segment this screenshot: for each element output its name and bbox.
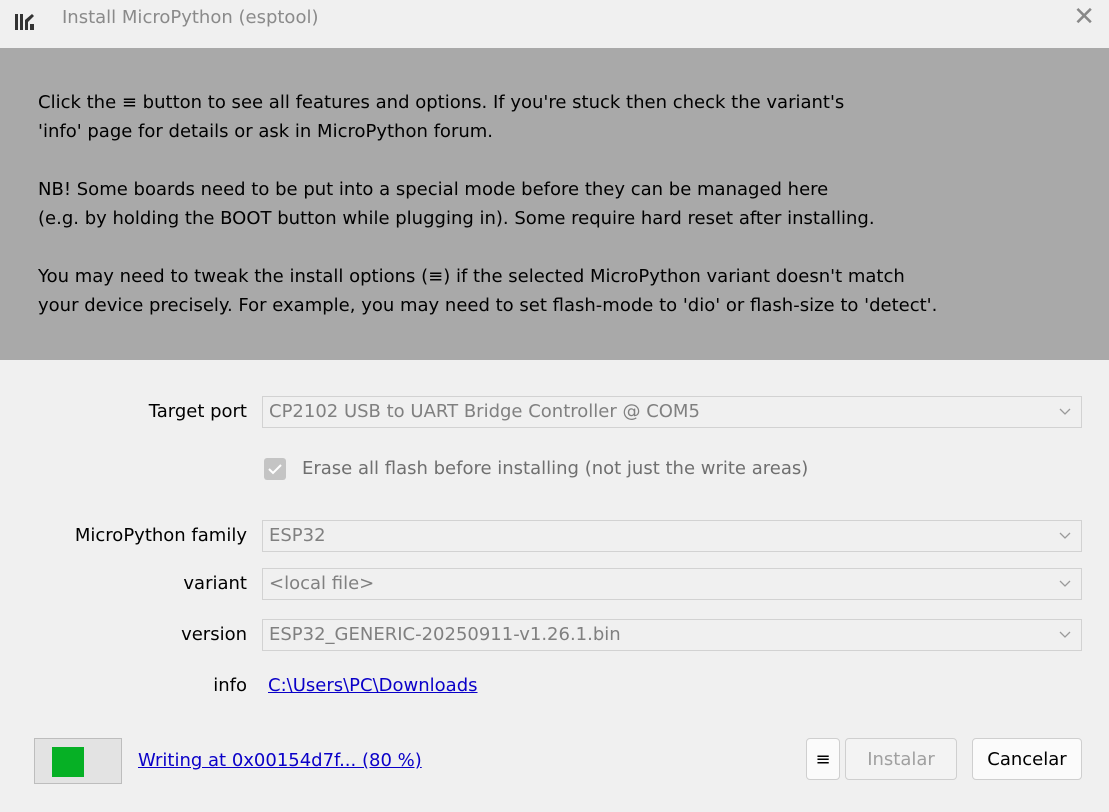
- chevron-down-icon: [1059, 532, 1071, 539]
- cancel-button[interactable]: Cancelar: [972, 738, 1082, 780]
- title-bar: Install MicroPython (esptool) ✕: [0, 0, 1109, 48]
- banner-line: NB! Some boards need to be put into a sp…: [38, 179, 829, 200]
- close-icon[interactable]: ✕: [1073, 2, 1095, 32]
- instructions-banner: Click the ≡ button to see all features a…: [0, 48, 1109, 360]
- target-port-label: Target port: [148, 401, 247, 422]
- erase-flash-label: Erase all flash before installing (not j…: [302, 458, 809, 479]
- chevron-down-icon: [1059, 580, 1071, 587]
- install-button[interactable]: Instalar: [845, 738, 957, 780]
- banner-line: (e.g. by holding the BOOT button while p…: [38, 208, 875, 229]
- family-select[interactable]: ESP32: [262, 520, 1082, 552]
- chevron-down-icon: [1059, 408, 1071, 415]
- progress-fill: [52, 747, 84, 777]
- version-select[interactable]: ESP32_GENERIC-20250911-v1.26.1.bin: [262, 619, 1082, 651]
- family-value: ESP32: [269, 525, 326, 546]
- thonny-app-icon: [15, 14, 34, 30]
- banner-line: 'info' page for details or ask in MicroP…: [38, 121, 494, 142]
- banner-line: your device precisely. For example, you …: [38, 295, 938, 316]
- options-menu-button[interactable]: ≡: [806, 738, 840, 780]
- info-label: info: [213, 675, 247, 696]
- variant-label: variant: [183, 573, 247, 594]
- chevron-down-icon: [1059, 631, 1071, 638]
- status-link[interactable]: Writing at 0x00154d7f... (80 %): [138, 747, 422, 775]
- variant-value: <local file>: [269, 573, 375, 594]
- variant-select[interactable]: <local file>: [262, 568, 1082, 600]
- window-title: Install MicroPython (esptool): [62, 7, 319, 28]
- version-value: ESP32_GENERIC-20250911-v1.26.1.bin: [269, 624, 621, 645]
- target-port-select[interactable]: CP2102 USB to UART Bridge Controller @ C…: [262, 396, 1082, 428]
- checkbox-icon: [264, 458, 286, 480]
- progress-bar: [34, 738, 122, 784]
- info-link[interactable]: C:\Users\PC\Downloads: [268, 672, 478, 700]
- banner-line: Click the ≡ button to see all features a…: [38, 92, 845, 113]
- target-port-value: CP2102 USB to UART Bridge Controller @ C…: [269, 401, 700, 422]
- family-label: MicroPython family: [74, 525, 247, 546]
- banner-line: You may need to tweak the install option…: [38, 266, 905, 287]
- version-label: version: [181, 624, 247, 645]
